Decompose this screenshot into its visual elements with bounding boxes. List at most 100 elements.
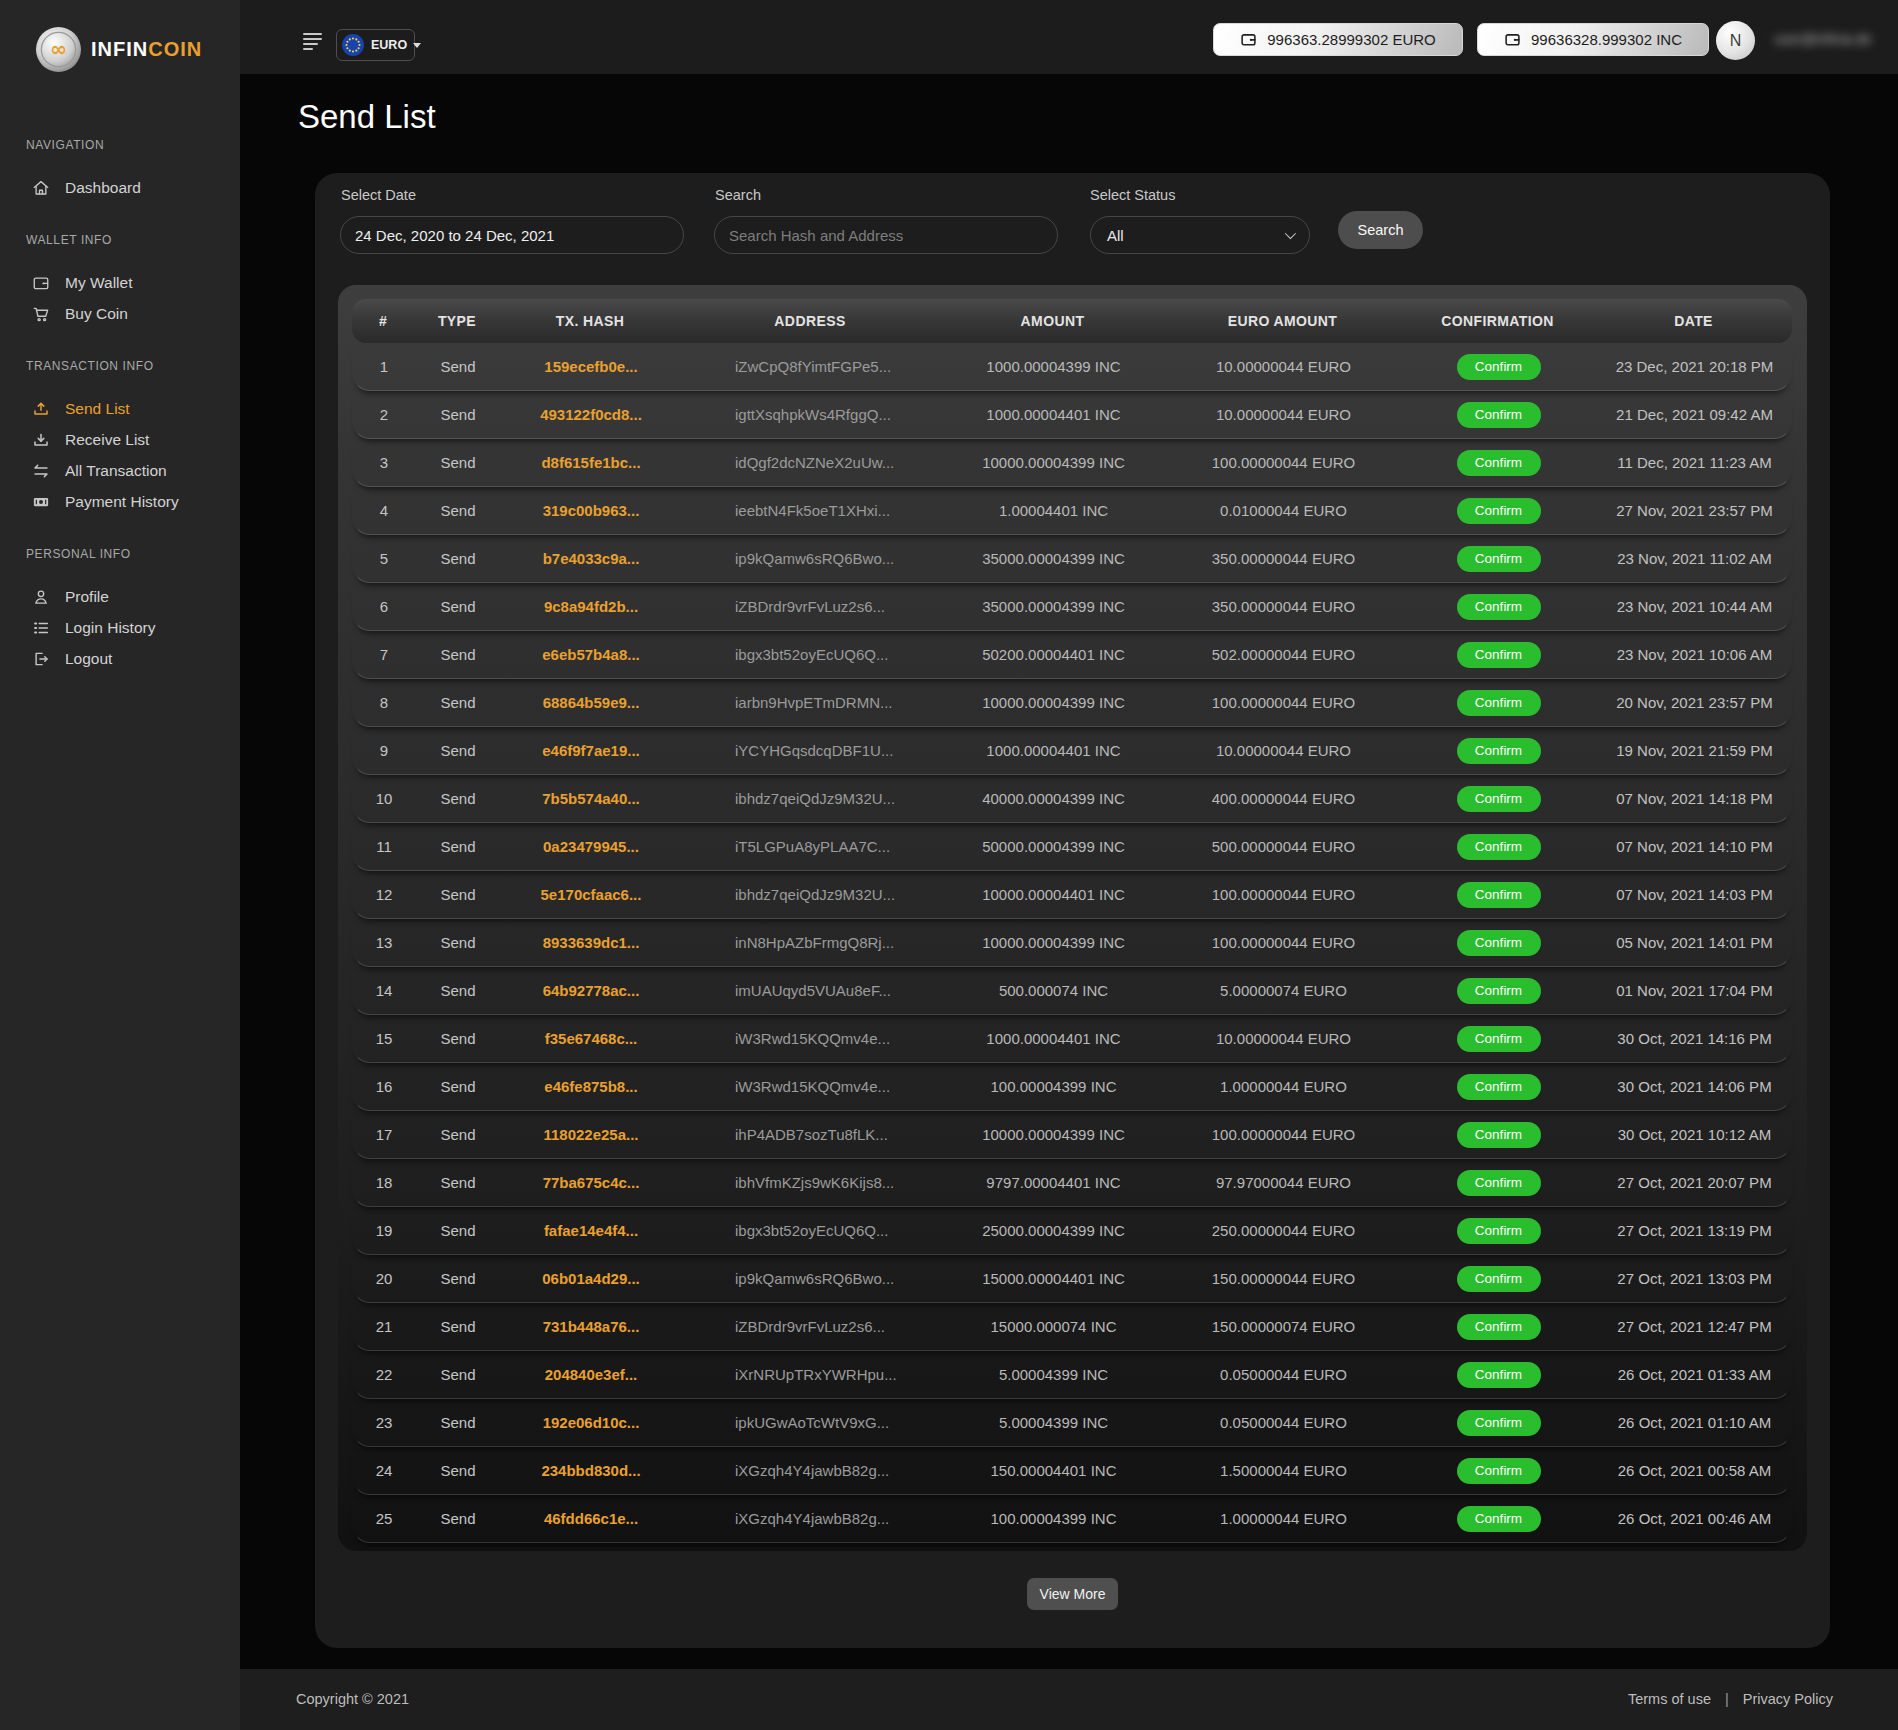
confirmation-cell: Confirm bbox=[1401, 498, 1596, 524]
confirm-button[interactable]: Confirm bbox=[1457, 1362, 1541, 1388]
footer: Copyright © 2021 Terms of use | Privacy … bbox=[240, 1669, 1898, 1730]
confirm-button[interactable]: Confirm bbox=[1457, 642, 1541, 668]
confirm-button[interactable]: Confirm bbox=[1457, 882, 1541, 908]
row-number: 8 bbox=[353, 694, 415, 711]
tx-hash-link[interactable]: 731b448a76... bbox=[501, 1318, 681, 1335]
view-more-button[interactable]: View More bbox=[1027, 1578, 1118, 1610]
tx-hash-link[interactable]: e46f9f7ae19... bbox=[501, 742, 681, 759]
tx-hash-link[interactable]: 5e170cfaac6... bbox=[501, 886, 681, 903]
tx-hash-link[interactable]: 9c8a94fd2b... bbox=[501, 598, 681, 615]
sidebar-item-payment-history[interactable]: Payment History bbox=[0, 491, 240, 513]
confirm-button[interactable]: Confirm bbox=[1457, 738, 1541, 764]
date-range-input[interactable] bbox=[340, 216, 684, 254]
tx-date: 30 Oct, 2021 14:06 PM bbox=[1596, 1078, 1793, 1095]
tx-amount: 1000.00004401 INC bbox=[941, 742, 1166, 759]
search-label: Search bbox=[715, 187, 761, 203]
tx-hash-link[interactable]: 204840e3ef... bbox=[501, 1366, 681, 1383]
home-icon bbox=[32, 179, 50, 197]
confirm-button[interactable]: Confirm bbox=[1457, 1122, 1541, 1148]
confirm-button[interactable]: Confirm bbox=[1457, 546, 1541, 572]
sidebar-item-all-transaction[interactable]: All Transaction bbox=[0, 460, 240, 482]
tx-hash-link[interactable]: f35e67468c... bbox=[501, 1030, 681, 1047]
tx-hash-link[interactable]: b7e4033c9a... bbox=[501, 550, 681, 567]
brand-name: INFINCOIN bbox=[91, 38, 202, 61]
table-row: 22Send204840e3ef...iXrNRUpTRxYWRHpu...5.… bbox=[352, 1351, 1792, 1399]
search-input[interactable] bbox=[714, 216, 1058, 254]
confirmation-cell: Confirm bbox=[1401, 978, 1596, 1004]
tx-hash-link[interactable]: 77ba675c4c... bbox=[501, 1174, 681, 1191]
tx-hash-link[interactable]: e46fe875b8... bbox=[501, 1078, 681, 1095]
sidebar-item-profile[interactable]: Profile bbox=[0, 586, 240, 608]
search-button[interactable]: Search bbox=[1338, 211, 1423, 249]
tx-hash-link[interactable]: 159ecefb0e... bbox=[501, 358, 681, 375]
tx-type: Send bbox=[415, 1414, 501, 1431]
brand-logo[interactable]: ∞ INFINCOIN bbox=[35, 26, 202, 73]
currency-dropdown[interactable]: EURO bbox=[336, 29, 415, 61]
sidebar-item-receive-list[interactable]: Receive List bbox=[0, 429, 240, 451]
column-header: # bbox=[352, 313, 414, 329]
tx-hash-link[interactable]: d8f615fe1bc... bbox=[501, 454, 681, 471]
tx-hash-link[interactable]: 0a23479945... bbox=[501, 838, 681, 855]
tx-date: 07 Nov, 2021 14:18 PM bbox=[1596, 790, 1793, 807]
sidebar-item-login-history[interactable]: Login History bbox=[0, 617, 240, 639]
tx-address: ipkUGwAoTcWtV9xG... bbox=[681, 1414, 941, 1431]
confirm-button[interactable]: Confirm bbox=[1457, 690, 1541, 716]
tx-address: iarbn9HvpETmDRMN... bbox=[681, 694, 941, 711]
confirm-button[interactable]: Confirm bbox=[1457, 1266, 1541, 1292]
tx-hash-link[interactable]: 192e06d10c... bbox=[501, 1414, 681, 1431]
tx-hash-link[interactable]: 46fdd66c1e... bbox=[501, 1510, 681, 1527]
tx-hash-link[interactable]: 234bbd830d... bbox=[501, 1462, 681, 1479]
confirm-button[interactable]: Confirm bbox=[1457, 1218, 1541, 1244]
balance-euro-button[interactable]: 996363.28999302 EURO bbox=[1213, 23, 1463, 56]
confirm-button[interactable]: Confirm bbox=[1457, 1506, 1541, 1532]
sidebar-item-buy-coin[interactable]: Buy Coin bbox=[0, 303, 240, 325]
tx-hash-link[interactable]: fafae14e4f4... bbox=[501, 1222, 681, 1239]
tx-amount: 1.00004401 INC bbox=[941, 502, 1166, 519]
confirm-button[interactable]: Confirm bbox=[1457, 354, 1541, 380]
confirm-button[interactable]: Confirm bbox=[1457, 1458, 1541, 1484]
tx-hash-link[interactable]: e6eb57b4a8... bbox=[501, 646, 681, 663]
tx-hash-link[interactable]: 64b92778ac... bbox=[501, 982, 681, 999]
confirm-button[interactable]: Confirm bbox=[1457, 594, 1541, 620]
tx-date: 27 Oct, 2021 13:19 PM bbox=[1596, 1222, 1793, 1239]
confirm-button[interactable]: Confirm bbox=[1457, 498, 1541, 524]
terms-link[interactable]: Terms of use bbox=[1628, 1691, 1711, 1707]
column-header: DATE bbox=[1595, 313, 1792, 329]
avatar[interactable]: N bbox=[1716, 21, 1755, 60]
tx-euro-amount: 100.00000044 EURO bbox=[1166, 1126, 1401, 1143]
tx-euro-amount: 1.00000044 EURO bbox=[1166, 1510, 1401, 1527]
sidebar-item-send-list[interactable]: Send List bbox=[0, 398, 240, 420]
balance-inc-button[interactable]: 99636328.999302 INC bbox=[1477, 23, 1709, 56]
confirm-button[interactable]: Confirm bbox=[1457, 402, 1541, 428]
menu-toggle-icon[interactable] bbox=[303, 33, 323, 53]
privacy-link[interactable]: Privacy Policy bbox=[1743, 1691, 1833, 1707]
sidebar-item-dashboard[interactable]: Dashboard bbox=[0, 177, 240, 199]
confirm-button[interactable]: Confirm bbox=[1457, 1026, 1541, 1052]
status-select[interactable]: All bbox=[1090, 216, 1310, 254]
tx-hash-link[interactable]: 06b01a4d29... bbox=[501, 1270, 681, 1287]
confirm-button[interactable]: Confirm bbox=[1457, 450, 1541, 476]
tx-hash-link[interactable]: 118022e25a... bbox=[501, 1126, 681, 1143]
confirm-button[interactable]: Confirm bbox=[1457, 1410, 1541, 1436]
confirm-button[interactable]: Confirm bbox=[1457, 1074, 1541, 1100]
tx-date: 26 Oct, 2021 01:33 AM bbox=[1596, 1366, 1793, 1383]
tx-hash-link[interactable]: 493122f0cd8... bbox=[501, 406, 681, 423]
tx-amount: 5.00004399 INC bbox=[941, 1414, 1166, 1431]
currency-label: EURO bbox=[371, 38, 407, 52]
tx-hash-link[interactable]: 7b5b574a40... bbox=[501, 790, 681, 807]
confirm-button[interactable]: Confirm bbox=[1457, 930, 1541, 956]
tx-hash-link[interactable]: 319c00b963... bbox=[501, 502, 681, 519]
confirm-button[interactable]: Confirm bbox=[1457, 834, 1541, 860]
upload-icon bbox=[32, 400, 50, 418]
tx-date: 05 Nov, 2021 14:01 PM bbox=[1596, 934, 1793, 951]
tx-hash-link[interactable]: 68864b59e9... bbox=[501, 694, 681, 711]
tx-hash-link[interactable]: 8933639dc1... bbox=[501, 934, 681, 951]
confirm-button[interactable]: Confirm bbox=[1457, 978, 1541, 1004]
sidebar-item-logout[interactable]: Logout bbox=[0, 648, 240, 670]
confirm-button[interactable]: Confirm bbox=[1457, 1170, 1541, 1196]
tx-date: 27 Nov, 2021 23:57 PM bbox=[1596, 502, 1793, 519]
tx-euro-amount: 500.00000044 EURO bbox=[1166, 838, 1401, 855]
sidebar-item-my-wallet[interactable]: My Wallet bbox=[0, 272, 240, 294]
confirm-button[interactable]: Confirm bbox=[1457, 786, 1541, 812]
confirm-button[interactable]: Confirm bbox=[1457, 1314, 1541, 1340]
